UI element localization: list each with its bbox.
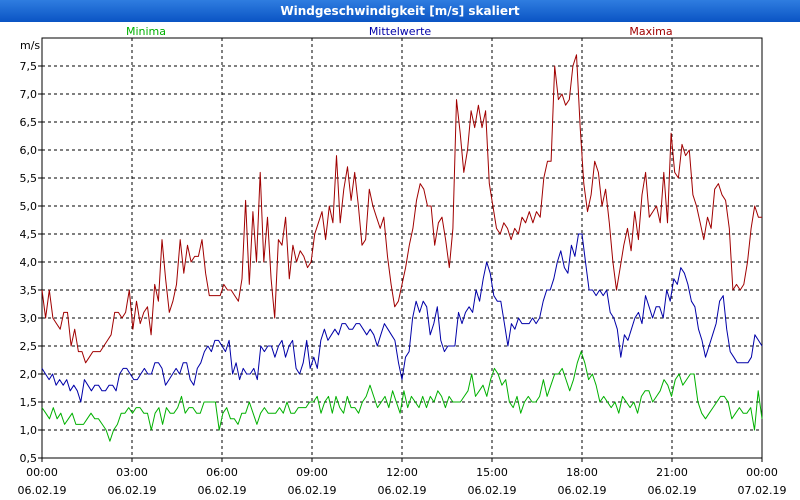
y-tick-label: 4,5	[20, 228, 38, 241]
y-axis-label: m/s	[20, 39, 40, 52]
x-tick-date: 06.02.19	[108, 484, 157, 497]
x-tick-date: 06.02.19	[288, 484, 337, 497]
legend-maxima: Maxima	[629, 25, 672, 38]
y-tick-label: 7,5	[20, 60, 38, 73]
y-tick-label: 4,0	[20, 256, 38, 269]
x-tick-time: 12:00	[386, 466, 418, 479]
y-tick-label: 5,5	[20, 172, 38, 185]
y-tick-label: 1,0	[20, 424, 38, 437]
y-tick-label: 3,0	[20, 312, 38, 325]
legend-minima: Minima	[126, 25, 166, 38]
y-tick-label: 6,0	[20, 144, 38, 157]
x-tick-date: 06.02.19	[18, 484, 67, 497]
x-tick-time: 18:00	[566, 466, 598, 479]
grid	[42, 38, 762, 458]
legend: Minima Mittelwerte Maxima	[126, 25, 673, 38]
chart-title: Windgeschwindigkeit [m/s] skaliert	[0, 0, 800, 22]
y-tick-label: 5,0	[20, 200, 38, 213]
y-tick-label: 3,5	[20, 284, 38, 297]
x-tick-time: 00:00	[746, 466, 778, 479]
x-tick-date: 06.02.19	[198, 484, 247, 497]
x-tick-date: 07.02.19	[738, 484, 787, 497]
x-tick-date: 06.02.19	[468, 484, 517, 497]
y-axis: 0,5 1,0 1,5 2,0 2,5 3,0 3,5 4,0 4,5 5,0 5,5 6,0 6,5 7…	[20, 60, 42, 465]
y-tick-label: 2,5	[20, 340, 38, 353]
x-axis: 00:00 06.02.19 03:00 06.02.19 06:00 06.02.19 0…	[18, 458, 787, 497]
y-tick-label: 6,5	[20, 116, 38, 129]
x-tick-time: 03:00	[116, 466, 148, 479]
x-tick-date: 06.02.19	[378, 484, 427, 497]
x-tick-date: 06.02.19	[648, 484, 697, 497]
x-tick-date: 06.02.19	[558, 484, 607, 497]
y-tick-label: 2,0	[20, 368, 38, 381]
series-line-minima	[41, 351, 763, 442]
x-tick-time: 00:00	[26, 466, 58, 479]
x-tick-time: 15:00	[476, 466, 508, 479]
y-tick-label: 1,5	[20, 396, 38, 409]
y-tick-label: 7,0	[20, 88, 38, 101]
y-tick-label: 0,5	[20, 452, 38, 465]
chart-canvas: 0,5 1,0 1,5 2,0 2,5 3,0 3,5 4,0 4,5 5,0 5,5 6,0 6,5 7…	[18, 25, 787, 497]
x-tick-time: 21:00	[656, 466, 688, 479]
legend-mittelwerte: Mittelwerte	[369, 25, 432, 38]
x-tick-time: 09:00	[296, 466, 328, 479]
x-tick-time: 06:00	[206, 466, 238, 479]
